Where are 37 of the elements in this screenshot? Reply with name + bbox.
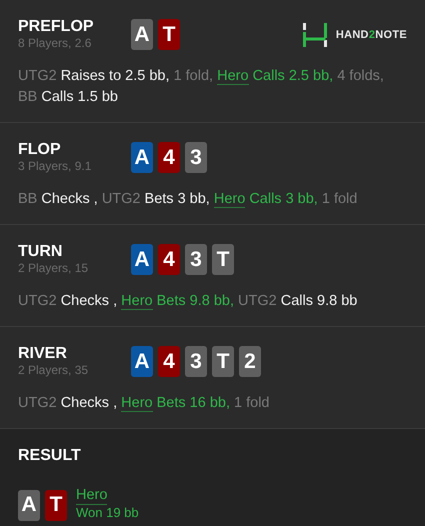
player-link[interactable]: Hero: [217, 68, 249, 85]
playing-card: 4: [158, 142, 180, 173]
player-link[interactable]: Hero: [121, 293, 153, 310]
playing-card: 3: [185, 142, 207, 173]
playing-card: A: [131, 19, 153, 50]
playing-card: 4: [158, 346, 180, 377]
action-summary: UTG2 Raises to 2.5 bb, 1 fold, Hero Calls 2.5 bb, 4 folds, BB Calls 1.5 bb: [18, 67, 385, 107]
street-title: RIVER: [18, 344, 68, 363]
street-title: FLOP: [18, 140, 62, 159]
street-subtitle: 8 Players, 2.6: [18, 36, 92, 50]
playing-card: A: [18, 490, 40, 520]
playing-card: T: [212, 244, 234, 275]
logo-text: HAND2NOTE: [336, 29, 407, 41]
player-link[interactable]: Hero: [76, 487, 108, 505]
street-subtitle: 2 Players, 35: [18, 363, 90, 377]
playing-card: 2: [239, 346, 261, 377]
playing-card: 3: [185, 346, 207, 377]
playing-card: 3: [185, 244, 207, 275]
result-amount: Won 19 bb: [76, 505, 139, 521]
playing-card: A: [131, 142, 153, 173]
playing-card: T: [212, 346, 234, 377]
street-title: TURN: [18, 242, 64, 261]
action-summary: UTG2 Checks , Hero Bets 9.8 bb, UTG2 Calls 9.8 bb: [18, 292, 358, 312]
playing-card: T: [45, 490, 67, 520]
logo-icon: [302, 23, 328, 47]
player-link[interactable]: Hero: [121, 395, 153, 412]
street-subtitle: 2 Players, 15: [18, 261, 90, 275]
playing-card: T: [158, 19, 180, 50]
player-link[interactable]: Hero: [214, 191, 246, 208]
street-title: PREFLOP: [18, 17, 95, 36]
action-summary: BB Checks , UTG2 Bets 3 bb, Hero Calls 3 bb, 1 fold: [18, 190, 358, 210]
result-title: RESULT: [18, 447, 81, 464]
playing-card: A: [131, 346, 153, 377]
action-summary: UTG2 Checks , Hero Bets 16 bb, 1 fold: [18, 394, 270, 414]
street-subtitle: 3 Players, 9.1: [18, 159, 92, 173]
playing-card: 4: [158, 244, 180, 275]
playing-card: A: [131, 244, 153, 275]
